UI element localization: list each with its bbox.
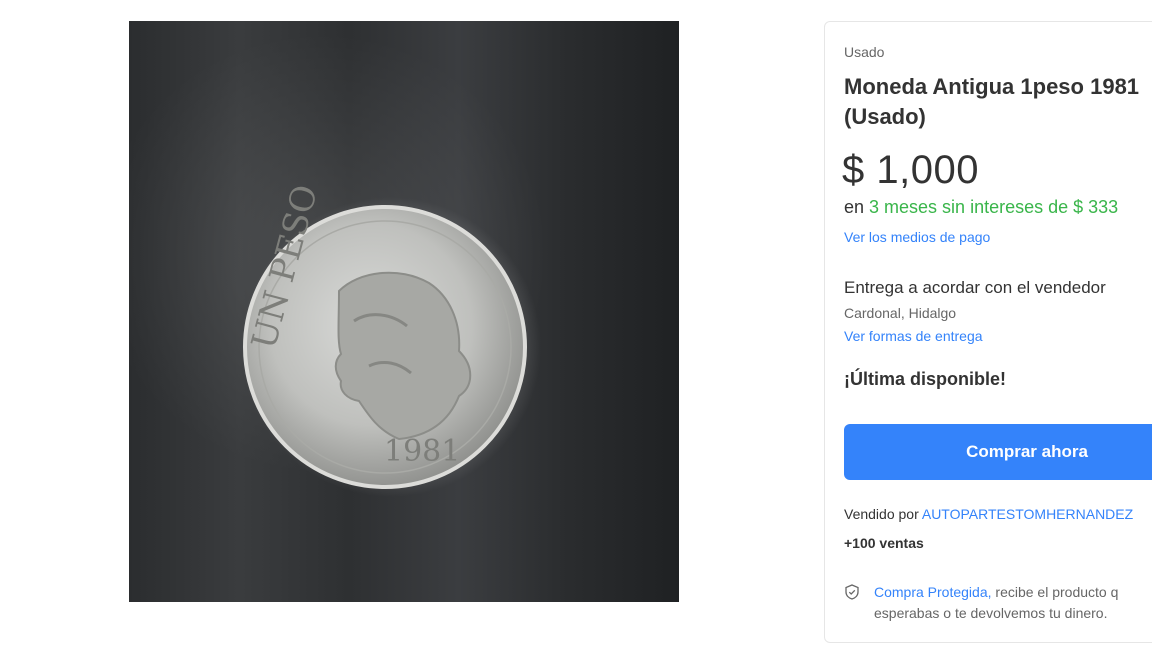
product-title: Moneda Antigua 1peso 1981 (Usado)	[844, 72, 1152, 132]
protected-purchase-text: Compra Protegida, recibe el producto q e…	[874, 582, 1152, 624]
installments-prefix: en	[844, 197, 870, 217]
protected-purchase-text-1: recibe el producto q	[991, 584, 1119, 600]
product-title-line2: (Usado)	[844, 104, 926, 129]
protected-purchase-link[interactable]: Compra Protegida,	[874, 584, 992, 600]
seller-prefix: Vendido por	[844, 506, 922, 522]
installments-highlight: 3 meses sin intereses de $ 333	[869, 197, 1119, 217]
delivery-info: Entrega a acordar con el vendedor	[844, 278, 1106, 297]
product-photo[interactable]: UN PESO 1981	[129, 21, 679, 602]
product-price: $ 1,000	[842, 148, 979, 192]
payment-methods-link[interactable]: Ver los medios de pago	[844, 229, 990, 245]
buy-now-button[interactable]: Comprar ahora	[844, 424, 1152, 480]
coin-image: UN PESO1981	[241, 181, 541, 497]
purchase-panel: Usado Moneda Antigua 1peso 1981 (Usado) …	[824, 21, 1152, 643]
installments-info: en 3 meses sin intereses de $ 333	[844, 197, 1118, 218]
delivery-methods-link[interactable]: Ver formas de entrega	[844, 328, 983, 344]
coin-year: 1981	[384, 434, 460, 469]
protected-purchase-text-2: esperabas o te devolvemos tu dinero.	[874, 605, 1108, 621]
stock-status: ¡Última disponible!	[844, 369, 1006, 389]
product-title-line1: Moneda Antigua 1peso 1981	[844, 74, 1140, 99]
condition-label: Usado	[844, 44, 885, 60]
seller-name-link[interactable]: AUTOPARTESTOMHERNANDEZ	[922, 506, 1133, 522]
buy-now-label: Comprar ahora	[966, 442, 1088, 461]
shield-check-icon	[845, 584, 859, 600]
seller-sales: +100 ventas	[844, 535, 924, 551]
seller-info: Vendido por AUTOPARTESTOMHERNANDEZ	[844, 506, 1133, 522]
seller-location: Cardonal, Hidalgo	[844, 305, 957, 321]
